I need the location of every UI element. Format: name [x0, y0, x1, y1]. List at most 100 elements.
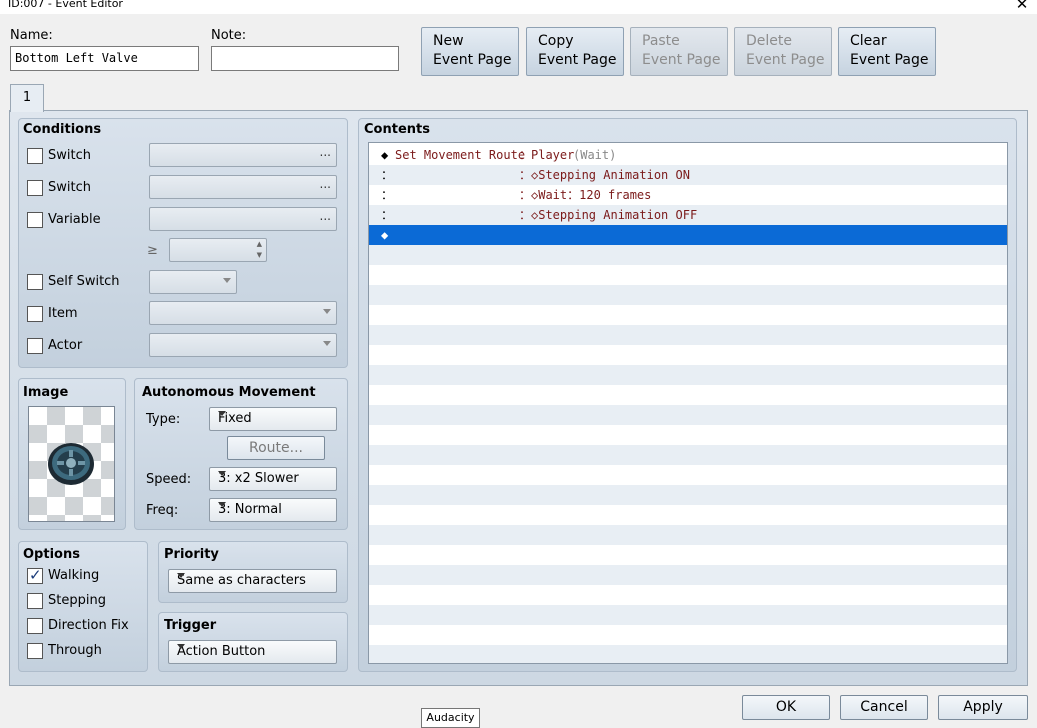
chevron-down-icon [218, 471, 226, 476]
command-separator: ： [519, 168, 532, 182]
empty-list-row [369, 265, 1007, 285]
variable-value-stepper[interactable]: ▲ ▼ [169, 238, 267, 262]
chevron-down-icon [218, 411, 226, 416]
tab-page-1[interactable]: 1 [10, 84, 44, 112]
through-checkbox[interactable] [27, 643, 43, 659]
empty-list-row [369, 365, 1007, 385]
actor-select[interactable] [149, 333, 337, 357]
movement-speed-value: 3: x2 Slower [218, 471, 299, 486]
command-argument: Player [531, 148, 575, 162]
valve-sprite-icon [48, 443, 94, 485]
stepping-checkbox[interactable] [27, 593, 43, 609]
walking-checkbox[interactable] [27, 566, 43, 584]
command-argument: ◇Stepping Animation ON [531, 168, 690, 182]
empty-list-row [369, 525, 1007, 545]
empty-list-row [369, 445, 1007, 465]
chevron-down-icon [323, 341, 331, 346]
movement-type-select[interactable]: Fixed [209, 407, 337, 431]
button-line: Delete [746, 33, 792, 49]
copy-event-page-button[interactable]: Copy Event Page [526, 27, 624, 76]
title-bar [0, 0, 1037, 14]
window-title: ID:007 - Event Editor [8, 0, 123, 10]
close-icon[interactable]: ✕ [1012, 0, 1032, 12]
priority-title: Priority [164, 547, 219, 562]
ellipsis-icon: ... [319, 145, 331, 159]
paste-event-page-button[interactable]: Paste Event Page [630, 27, 728, 76]
switch2-field[interactable]: ... [149, 175, 337, 199]
empty-list-row [369, 285, 1007, 305]
switch1-label: Switch [48, 148, 91, 163]
ok-button[interactable]: OK [742, 695, 830, 720]
self-switch-select[interactable] [149, 270, 237, 294]
empty-list-row [369, 605, 1007, 625]
event-image-preview[interactable] [28, 406, 115, 522]
list-item[interactable]: ◆ Set Movement Route ： Player (Wait) [369, 145, 1007, 165]
variable-checkbox[interactable] [27, 212, 43, 228]
self-switch-checkbox[interactable] [27, 274, 43, 290]
button-line: Event Page [746, 52, 825, 68]
apply-button[interactable]: Apply [938, 695, 1028, 720]
switch2-label: Switch [48, 180, 91, 195]
actor-checkbox[interactable] [27, 338, 43, 354]
variable-field[interactable]: ... [149, 207, 337, 231]
new-event-page-button[interactable]: New Event Page [421, 27, 519, 76]
cancel-button[interactable]: Cancel [840, 695, 928, 720]
movement-freq-select[interactable]: 3: Normal [209, 498, 337, 522]
command-separator: ： [519, 208, 532, 222]
chevron-down-icon [323, 309, 331, 314]
command-argument: ◇Stepping Animation OFF [531, 208, 698, 222]
note-input[interactable] [211, 46, 399, 71]
button-line: Copy [538, 33, 574, 49]
empty-list-row [369, 625, 1007, 645]
item-select[interactable] [149, 301, 337, 325]
variable-label: Variable [48, 212, 101, 227]
item-checkbox[interactable] [27, 306, 43, 322]
list-item[interactable]: ： ： ◇Stepping Animation OFF [369, 205, 1007, 225]
name-input[interactable]: Bottom Left Valve [10, 46, 199, 71]
priority-value: Same as characters [177, 573, 306, 588]
route-button[interactable]: Route... [227, 436, 325, 460]
tooltip: Audacity [421, 708, 480, 728]
movement-speed-select[interactable]: 3: x2 Slower [209, 467, 337, 491]
switch2-checkbox[interactable] [27, 180, 43, 196]
priority-select[interactable]: Same as characters [168, 569, 337, 593]
switch1-checkbox[interactable] [27, 148, 43, 164]
clear-event-page-button[interactable]: Clear Event Page [838, 27, 936, 76]
stepper-down-icon[interactable]: ▼ [257, 251, 262, 259]
switch1-field[interactable]: ... [149, 143, 337, 167]
empty-list-row [369, 345, 1007, 365]
empty-list-row [369, 585, 1007, 605]
list-item-selected[interactable]: ◆ [369, 225, 1007, 245]
direction-fix-checkbox[interactable] [27, 618, 43, 634]
command-marker: ： [381, 188, 394, 202]
type-label: Type: [146, 412, 181, 427]
button-line: New [433, 33, 464, 49]
empty-list-row [369, 425, 1007, 445]
command-marker: ◆ [381, 228, 389, 242]
options-title: Options [23, 547, 80, 562]
item-label: Item [48, 306, 78, 321]
chevron-down-icon [177, 644, 185, 649]
delete-event-page-button[interactable]: Delete Event Page [734, 27, 832, 76]
empty-list-row [369, 305, 1007, 325]
list-item[interactable]: ： ： ◇Stepping Animation ON [369, 165, 1007, 185]
empty-list-row [369, 485, 1007, 505]
command-marker: ◆ [381, 148, 389, 162]
command-marker: ： [381, 208, 394, 222]
empty-list-row [369, 565, 1007, 585]
gte-symbol: ≥ [147, 243, 158, 258]
trigger-select[interactable]: Action Button [168, 640, 337, 664]
button-line: Event Page [538, 52, 617, 68]
direction-fix-label: Direction Fix [48, 618, 129, 633]
stepper-up-icon[interactable]: ▲ [257, 240, 262, 248]
list-item[interactable]: ： ： ◇Wait：120 frames [369, 185, 1007, 205]
empty-list-row [369, 545, 1007, 565]
through-label: Through [48, 643, 102, 658]
chevron-down-icon [223, 278, 231, 283]
event-command-list[interactable]: ◆ Set Movement Route ： Player (Wait) ： ：… [368, 142, 1008, 664]
movement-freq-value: 3: Normal [218, 502, 282, 517]
chevron-down-icon [177, 573, 185, 578]
self-switch-label: Self Switch [48, 274, 120, 289]
note-label: Note: [211, 28, 247, 43]
freq-label: Freq: [146, 503, 179, 518]
